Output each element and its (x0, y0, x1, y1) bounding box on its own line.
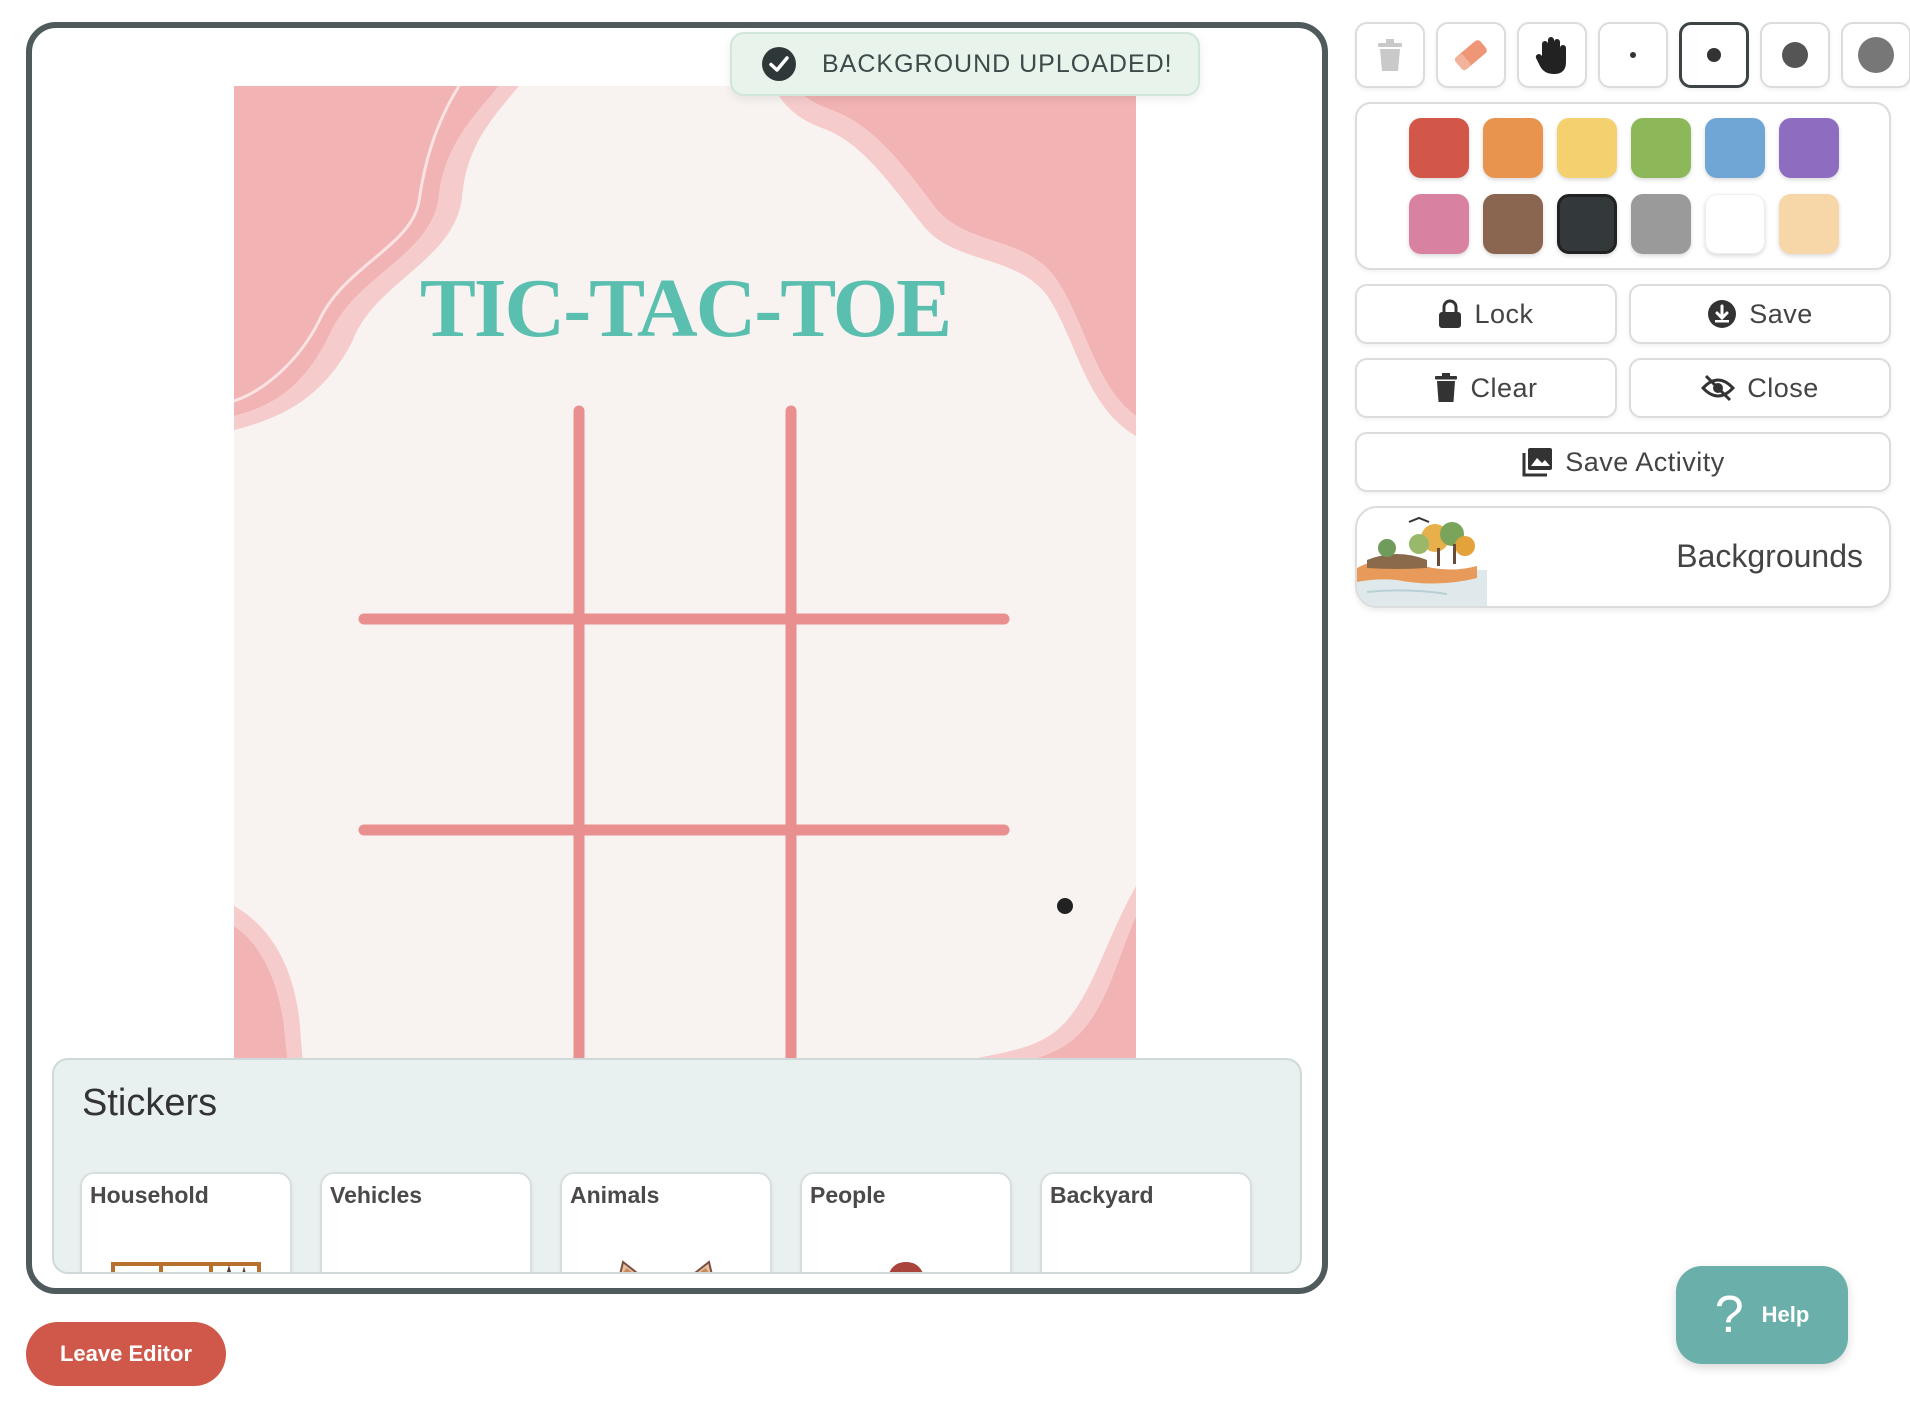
color-swatch-9[interactable] (1557, 194, 1617, 254)
color-swatch-10[interactable] (1631, 194, 1691, 254)
sticker-category-label: Household (90, 1182, 209, 1208)
color-swatch-4[interactable] (1631, 118, 1691, 178)
canvas-title: TIC-TAC-TOE (420, 262, 950, 355)
sticker-category-backyard[interactable]: Backyard (1040, 1172, 1252, 1272)
editor-canvas-frame[interactable]: TIC-TAC-TOE BACKGROUND UPLOADED! Sticker… (26, 22, 1328, 1294)
tool-row (1355, 22, 1910, 88)
fox-thumbnail (619, 1260, 713, 1272)
color-swatch-7[interactable] (1409, 194, 1469, 254)
brush-size-xs-button[interactable] (1598, 22, 1668, 88)
color-swatch-1[interactable] (1409, 118, 1469, 178)
help-label: Help (1761, 1302, 1810, 1327)
brush-dot-xs (1630, 52, 1636, 58)
brush-dot-s (1707, 48, 1721, 62)
leave-editor-button[interactable]: Leave Editor (26, 1322, 226, 1386)
save-button[interactable]: Save (1629, 284, 1891, 344)
brush-size-l-button[interactable] (1841, 22, 1910, 88)
brush-cursor (1057, 898, 1073, 914)
eraser-tool-button[interactable] (1436, 22, 1506, 88)
color-swatch-11[interactable] (1705, 194, 1765, 254)
color-swatch-12[interactable] (1779, 194, 1839, 254)
close-label: Close (1747, 372, 1819, 403)
close-button[interactable]: Close (1629, 358, 1891, 418)
stickers-panel: Stickers Household Vehicles Animals Peop… (52, 1058, 1302, 1274)
trash-tool-button[interactable] (1355, 22, 1425, 88)
sticker-category-people[interactable]: People (800, 1172, 1012, 1272)
swatch-grid (1409, 118, 1839, 254)
sticker-category-animals[interactable]: Animals (560, 1172, 772, 1272)
color-swatch-3[interactable] (1557, 118, 1617, 178)
trash-icon (1378, 39, 1402, 71)
lock-button[interactable]: Lock (1355, 284, 1617, 344)
color-palette (1355, 102, 1891, 270)
image-gallery-icon (1522, 448, 1553, 477)
download-circle-icon (1708, 300, 1737, 328)
sticker-category-vehicles[interactable]: Vehicles (320, 1172, 532, 1272)
stickers-title: Stickers (82, 1082, 218, 1124)
help-button[interactable]: ? Help (1676, 1266, 1848, 1364)
sticker-category-label: People (810, 1182, 886, 1208)
trash-icon (1435, 373, 1458, 402)
bookshelf-thumbnail (111, 1262, 261, 1272)
upload-toast: BACKGROUND UPLOADED! (730, 32, 1200, 96)
brush-dot-l (1858, 37, 1894, 73)
sticker-category-label: Animals (570, 1182, 660, 1208)
sticker-category-household[interactable]: Household (80, 1172, 292, 1272)
backgrounds-label: Backgrounds (1676, 538, 1863, 574)
color-swatch-5[interactable] (1705, 118, 1765, 178)
eye-off-icon (1701, 374, 1736, 402)
clear-label: Clear (1470, 372, 1538, 403)
toast-message: BACKGROUND UPLOADED! (822, 49, 1173, 78)
sticker-categories: Household Vehicles Animals People Backya… (80, 1172, 1252, 1272)
hand-tool-button[interactable] (1517, 22, 1587, 88)
save-activity-label: Save Activity (1565, 446, 1725, 477)
color-swatch-6[interactable] (1779, 118, 1839, 178)
sticker-category-label: Backyard (1050, 1182, 1154, 1208)
help-question-icon: ? (1714, 1286, 1744, 1344)
sticker-category-label: Vehicles (330, 1182, 423, 1208)
lock-icon (1439, 299, 1462, 328)
check-circle-icon (762, 47, 796, 81)
backgrounds-button[interactable]: Backgrounds (1355, 506, 1891, 608)
landscape-thumbnail (1357, 516, 1487, 606)
eraser-icon (1454, 40, 1487, 71)
brush-dot-m (1782, 42, 1808, 68)
brush-size-s-button[interactable] (1679, 22, 1749, 88)
lock-label: Lock (1474, 298, 1534, 329)
save-label: Save (1749, 298, 1813, 329)
canvas-background-image[interactable]: TIC-TAC-TOE (234, 86, 1136, 1086)
save-activity-button[interactable]: Save Activity (1355, 432, 1891, 492)
color-swatch-2[interactable] (1483, 118, 1543, 178)
person-thumbnail (889, 1262, 923, 1272)
brush-size-m-button[interactable] (1760, 22, 1830, 88)
clear-button[interactable]: Clear (1355, 358, 1617, 418)
hand-icon (1535, 37, 1566, 74)
color-swatch-8[interactable] (1483, 194, 1543, 254)
